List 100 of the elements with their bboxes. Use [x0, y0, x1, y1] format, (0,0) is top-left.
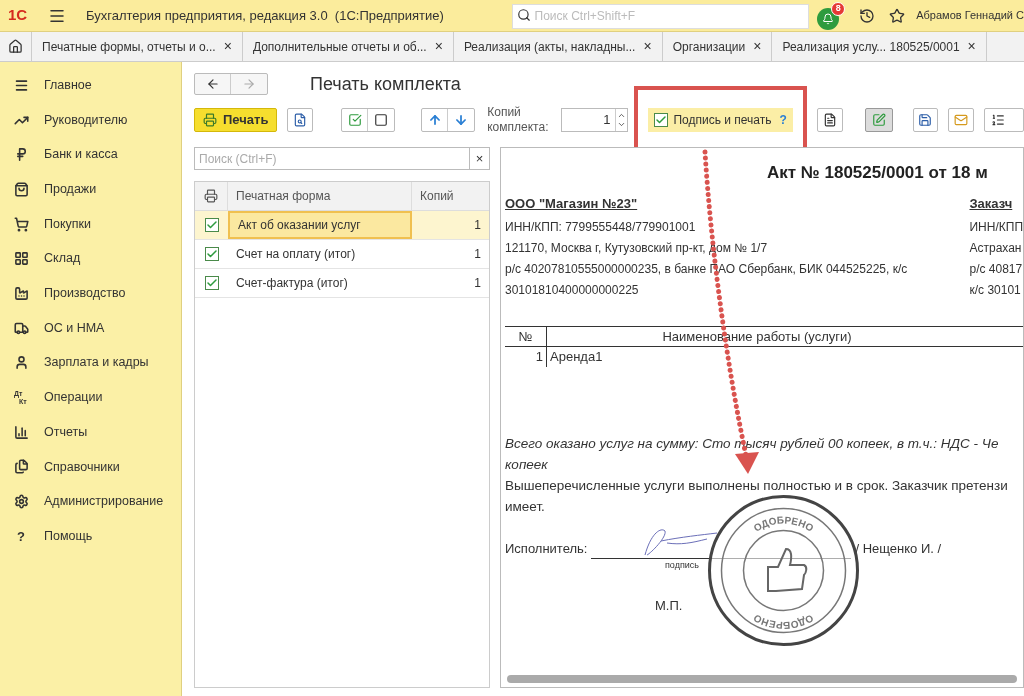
- more-button[interactable]: [984, 108, 1024, 132]
- sidebar-label: Покупки: [44, 215, 91, 233]
- sidebar-icon: [14, 147, 29, 163]
- sidebar-item[interactable]: ? Помощь: [0, 518, 181, 554]
- app-title: Бухгалтерия предприятия, редакция 3.0 (1С:Предприятие): [85, 6, 445, 25]
- sidebar-item[interactable]: Зарплата и кадры: [0, 345, 181, 381]
- buyer-detail: ИНН/КПП: [969, 219, 1023, 236]
- mail-icon: [954, 113, 969, 127]
- checkbox-label: Подпись и печать: [673, 112, 772, 129]
- signer-label: Исполнитель:: [505, 540, 588, 558]
- seller-detail: 30101810400000000225: [505, 282, 640, 299]
- signature-caption: подпись: [665, 558, 701, 572]
- buyer-detail: к/с 30101: [969, 282, 1022, 299]
- tab-close[interactable]: ×: [434, 36, 443, 57]
- checkbox[interactable]: [204, 276, 219, 290]
- tab-label: Печатные формы, отчеты и о...: [42, 38, 216, 56]
- history-icon[interactable]: [859, 7, 876, 24]
- sidebar-item[interactable]: Банк и касса: [0, 137, 181, 173]
- form-title: Печать комплекта: [310, 72, 461, 96]
- logo[interactable]: 1С: [8, 4, 38, 27]
- sidebar-item[interactable]: Руководителю: [0, 102, 181, 138]
- sidebar-icon: [14, 355, 29, 371]
- statement-text: имеет.: [505, 498, 546, 516]
- scrollbar[interactable]: [507, 675, 1017, 683]
- sidebar-label: Склад: [44, 250, 81, 268]
- spin-up-icon[interactable]: [617, 111, 627, 120]
- copies-field[interactable]: 1: [560, 108, 629, 132]
- tab-close[interactable]: ×: [223, 36, 232, 57]
- sidebar-icon: [14, 251, 29, 267]
- column-header[interactable]: Копий: [412, 182, 489, 210]
- table-cell-text: Счет на оплату (итог): [235, 246, 357, 263]
- sidebar-item[interactable]: Склад: [0, 241, 181, 277]
- seller-name: ООО "Магазин №23": [505, 194, 639, 213]
- buyer-detail: Астрахан: [969, 240, 1023, 257]
- tab[interactable]: Реализация услу... 180525/0001 ×: [772, 32, 987, 61]
- checkbox[interactable]: [204, 247, 219, 261]
- sidebar-label: Главное: [44, 76, 92, 94]
- column-header[interactable]: Печатная форма: [228, 182, 412, 210]
- table-cell-text: 1: [473, 217, 482, 234]
- table-cell: 1: [505, 347, 547, 367]
- sidebar-label: Отчеты: [44, 423, 88, 441]
- save-button[interactable]: [912, 108, 939, 132]
- sidebar-item[interactable]: Покупки: [0, 206, 181, 242]
- sidebar-label: Помощь: [44, 527, 93, 545]
- list-button[interactable]: [816, 108, 843, 132]
- sidebar-icon: [14, 181, 29, 197]
- checkbox[interactable]: [654, 113, 669, 127]
- notifications-button[interactable]: [817, 7, 840, 30]
- sidebar-icon: [14, 320, 29, 336]
- user-name[interactable]: Абрамов Геннадий С: [916, 7, 1024, 24]
- table-row[interactable]: Акт об оказании услуг 1: [195, 211, 489, 240]
- sidebar-item[interactable]: Главное: [0, 68, 181, 103]
- seal-mark: М.П.: [655, 597, 683, 615]
- sidebar-label: Зарплата и кадры: [44, 354, 149, 372]
- preview-icon: [293, 113, 308, 127]
- tab[interactable]: Реализация (акты, накладны... ×: [453, 32, 663, 61]
- tab[interactable]: Печатные формы, отчеты и о... ×: [32, 32, 243, 61]
- sidebar-label: ОС и НМА: [44, 319, 105, 337]
- spin-down-icon[interactable]: [617, 120, 627, 129]
- print-button[interactable]: Печать: [194, 108, 278, 132]
- clear-search-button[interactable]: ×: [470, 147, 490, 170]
- sidebar-item[interactable]: Производство: [0, 276, 181, 311]
- total-text: копеек: [505, 456, 549, 474]
- sidebar-icon: [14, 77, 29, 93]
- table-cell: Акт об оказании услуг: [228, 211, 412, 239]
- help-link[interactable]: ?: [779, 111, 787, 129]
- table-cell-text: 1: [473, 275, 482, 292]
- help-icon: ?: [14, 526, 25, 547]
- table-cell-text: Аренда1: [549, 348, 603, 367]
- search-field[interactable]: Поиск Ctrl+Shift+F: [511, 3, 810, 29]
- sidebar-item[interactable]: Справочники: [0, 449, 181, 485]
- printer-icon: [203, 113, 217, 127]
- tab-close[interactable]: ×: [753, 36, 762, 57]
- tab-close[interactable]: ×: [967, 36, 976, 57]
- bell-icon: [822, 12, 835, 25]
- form-search-field[interactable]: Поиск (Ctrl+F): [194, 147, 470, 170]
- checkbox[interactable]: [204, 218, 219, 232]
- sidebar-icon: [14, 459, 29, 475]
- document-title: Акт № 180525/0001 от 18 м: [767, 162, 989, 184]
- table-cell-text: Счет-фактура (итог): [235, 275, 349, 292]
- edit-button[interactable]: [864, 108, 893, 132]
- sidebar-item[interactable]: Отчеты: [0, 414, 181, 450]
- buyer-detail: р/с 40817: [969, 261, 1023, 278]
- sidebar-label: Руководителю: [44, 111, 128, 129]
- mail-button[interactable]: [948, 108, 975, 132]
- tab-close[interactable]: ×: [643, 36, 652, 57]
- sidebar-item[interactable]: Продажи: [0, 172, 181, 207]
- check-all-icon: [347, 113, 362, 127]
- document-icon: [822, 113, 837, 127]
- sidebar-item[interactable]: Администрирование: [0, 484, 181, 519]
- preview-button[interactable]: [287, 108, 314, 132]
- sidebar-item[interactable]: ОС и НМА: [0, 310, 181, 346]
- sign-and-stamp-checkbox[interactable]: Подпись и печать ?: [648, 108, 793, 132]
- signer-name: / Нещенко И. /: [855, 540, 942, 558]
- star-icon[interactable]: [889, 7, 906, 24]
- tab[interactable]: Организации ×: [662, 32, 773, 61]
- tab[interactable]: Дополнительные отчеты и об... ×: [242, 32, 454, 61]
- sidebar-label: Администрирование: [44, 493, 164, 511]
- arrow-right-icon: [242, 77, 256, 91]
- tab-label: Реализация услу... 180525/0001: [782, 38, 960, 56]
